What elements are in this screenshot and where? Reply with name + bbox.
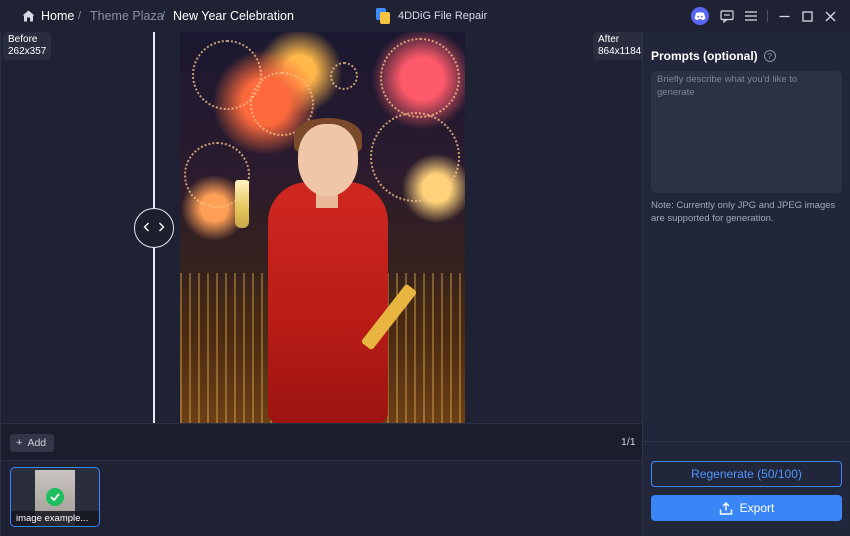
page-counter: 1/1 [621,436,636,448]
feedback-icon[interactable] [719,8,735,24]
breadcrumb-separator: / [78,10,82,22]
add-button[interactable]: + Add [10,434,55,452]
prompts-title: Prompts (optional) [651,49,758,63]
settings-panel: Prompts (optional) ? Note: Currently onl… [642,32,850,536]
plus-icon: + [16,437,23,449]
prompt-input[interactable] [651,71,842,193]
after-size-tag: After 864x1184 [593,32,647,60]
regenerate-button[interactable]: Regenerate (50/100) [651,461,842,487]
breadcrumb-home[interactable]: Home [22,0,74,32]
chevron-right-icon [157,219,165,237]
breadcrumb-current: New Year Celebration [173,9,294,23]
menu-icon[interactable] [743,8,759,24]
thumbnail-name: image example... [11,511,99,526]
before-size-tag: Before 262x357 [3,32,52,60]
maximize-icon[interactable] [799,8,815,24]
compare-slider-handle[interactable] [134,208,174,248]
breadcrumb-theme-plaza[interactable]: Theme Plaza [90,0,164,32]
breadcrumb-separator: / [162,10,166,22]
export-button[interactable]: Export [651,495,842,521]
add-button-label: Add [27,437,47,449]
help-icon[interactable]: ? [763,50,776,62]
export-button-label: Export [739,501,775,515]
after-label: After [598,34,620,45]
before-label: Before [8,34,38,45]
minimize-icon[interactable] [776,8,792,24]
app-logo-icon [376,8,390,24]
preview-canvas: Before 262x357 After 864x1184 [0,32,647,423]
close-icon[interactable] [822,8,838,24]
chevron-left-icon [143,219,151,237]
thumbnail-item[interactable]: image example... [10,467,100,527]
format-note: Note: Currently only JPG and JPEG images… [651,200,836,224]
image-toolbar: + Add 1/1 [0,423,642,460]
discord-icon[interactable] [691,7,709,25]
title-bar-divider [767,10,768,22]
app-title-label: 4DDiG File Repair [398,10,488,22]
breadcrumb-home-label: Home [41,9,75,23]
before-size: 262x357 [8,46,47,57]
home-icon [22,10,35,22]
preview-image [180,32,465,423]
export-icon [719,501,733,515]
app-title: 4DDiG File Repair [376,0,487,32]
check-icon [46,488,64,506]
thumbnail-strip: image example... [0,460,642,536]
prompts-heading: Prompts (optional) ? [651,49,776,63]
panel-divider [643,441,850,442]
after-size: 864x1184 [598,46,642,57]
title-bar: Home / Theme Plaza / New Year Celebratio… [0,0,850,32]
